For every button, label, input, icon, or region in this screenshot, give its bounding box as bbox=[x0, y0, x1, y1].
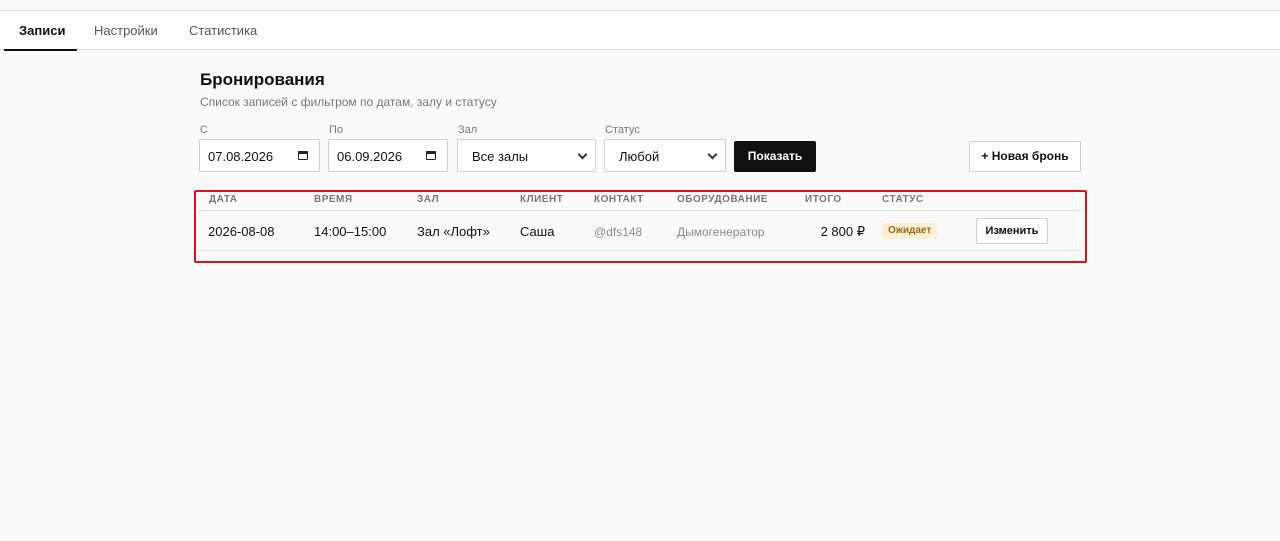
filter-to-label: По bbox=[329, 124, 344, 136]
tab-statistics[interactable]: Статистика bbox=[189, 11, 257, 50]
column-header-time: ВРЕМЯ bbox=[314, 194, 353, 205]
date-from-input[interactable]: 07.08.2026 bbox=[199, 139, 320, 172]
column-header-equipment: ОБОРУДОВАНИЕ bbox=[677, 194, 768, 205]
page-subtitle: Список записей с фильтром по датам, залу… bbox=[200, 95, 497, 109]
date-to-value: 06.09.2026 bbox=[337, 149, 403, 164]
tab-bar: Записи Настройки Статистика bbox=[0, 11, 1280, 51]
tab-statistics-label: Статистика bbox=[189, 23, 258, 38]
calendar-icon[interactable] bbox=[426, 151, 436, 160]
cell-date: 2026-08-08 bbox=[208, 224, 275, 239]
tab-settings[interactable]: Настройки bbox=[94, 11, 158, 50]
column-header-hall: ЗАЛ bbox=[417, 194, 440, 205]
cell-time: 14:00–15:00 bbox=[314, 224, 387, 239]
chevron-down-icon bbox=[707, 149, 718, 160]
tab-settings-label: Настройки bbox=[94, 23, 158, 38]
date-to-input[interactable]: 06.09.2026 bbox=[328, 139, 448, 172]
new-booking-button[interactable]: + Новая бронь bbox=[969, 141, 1081, 172]
calendar-icon[interactable] bbox=[298, 151, 308, 160]
column-header-contact: КОНТАКТ bbox=[594, 194, 644, 205]
cell-hall: Зал «Лофт» bbox=[417, 224, 490, 239]
date-from-value: 07.08.2026 bbox=[208, 149, 274, 164]
chevron-down-icon bbox=[577, 149, 588, 160]
hall-select-value: Все залы bbox=[472, 149, 529, 164]
status-select[interactable]: Любой bbox=[604, 139, 726, 172]
filter-hall-label: Зал bbox=[458, 124, 478, 136]
page-title: Бронирования bbox=[200, 70, 325, 89]
filter-from-label: С bbox=[200, 124, 208, 136]
filter-status-label: Статус bbox=[605, 124, 640, 136]
status-badge: Ожидает bbox=[882, 223, 938, 239]
column-header-total: ИТОГО bbox=[805, 194, 842, 205]
cell-equipment: Дымогенератор bbox=[677, 225, 765, 239]
cell-contact: @dfs148 bbox=[594, 225, 643, 239]
tab-records[interactable]: Записи bbox=[4, 11, 77, 51]
show-button[interactable]: Показать bbox=[734, 141, 816, 172]
column-header-date: ДАТА bbox=[209, 194, 238, 205]
edit-button[interactable]: Изменить bbox=[976, 218, 1048, 244]
hall-select[interactable]: Все залы bbox=[457, 139, 596, 172]
table-row: 2026-08-08 14:00–15:00 Зал «Лофт» Саша @… bbox=[199, 211, 1081, 251]
cell-total: 2 800 ₽ bbox=[820, 224, 865, 239]
cell-client: Саша bbox=[520, 224, 555, 239]
status-select-value: Любой bbox=[619, 149, 660, 164]
column-header-client: КЛИЕНТ bbox=[520, 194, 564, 205]
tab-records-label: Записи bbox=[19, 23, 66, 38]
table-header: ДАТА ВРЕМЯ ЗАЛ КЛИЕНТ КОНТАКТ ОБОРУДОВАН… bbox=[199, 192, 1081, 211]
column-header-status: СТАТУС bbox=[882, 194, 924, 205]
active-tab-indicator bbox=[4, 49, 77, 51]
